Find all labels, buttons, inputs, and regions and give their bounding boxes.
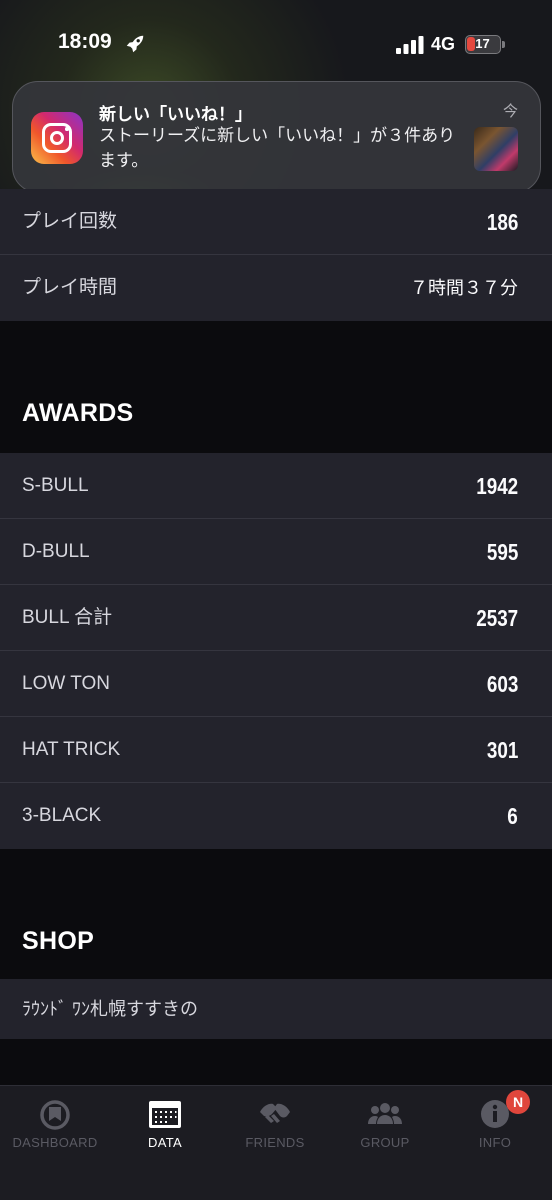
stat-value: ７時間３７分 [410,278,518,298]
award-row: BULL 合計 2537 [0,585,552,651]
tab-label: FRIENDS [245,1135,305,1150]
shop-row[interactable]: ﾗｳﾝﾄﾞ ﾜﾝ札幌すすきの [0,979,552,1039]
battery-cap [502,41,505,48]
tab-info[interactable]: INFO [440,1086,550,1166]
tab-data[interactable]: DATA [110,1086,220,1166]
notification-thumbnail [474,127,518,171]
award-label: S-BULL [22,475,89,496]
award-row: 3-BLACK 6 [0,783,552,849]
friends-icon [260,1103,290,1123]
tab-label: INFO [478,1135,512,1150]
stats-panel: プレイ回数 186 プレイ時間 ７時間３７分 [0,189,552,321]
instagram-icon-lens [50,131,64,145]
shop-name: ﾗｳﾝﾄﾞ ﾜﾝ札幌すすきの [22,999,198,1019]
award-label: D-BULL [22,541,90,562]
tab-friends[interactable]: FRIENDS [220,1086,330,1166]
award-value: 301 [486,737,518,763]
award-label: 3-BLACK [22,805,102,826]
notification-body: ストーリーズに新しい「いいね！」が３件あります。 [99,126,456,171]
award-label: LOW TON [22,673,110,694]
signal-icon [396,36,424,54]
award-value: 1942 [476,473,518,499]
tab-dashboard[interactable]: DASHBOARD [0,1086,110,1166]
award-row: HAT TRICK 301 [0,717,552,783]
awards-title: AWARDS [22,399,134,427]
award-value: 6 [507,803,518,829]
group-icon [368,1103,402,1124]
tab-group[interactable]: GROUP [330,1086,440,1166]
notification-banner[interactable]: 新しい「いいね！」 ストーリーズに新しい「いいね！」が３件あります。 今 [12,81,541,193]
award-value: 603 [486,671,518,697]
tab-label: GROUP [360,1135,410,1150]
stat-label: プレイ時間 [22,277,118,298]
status-bar: 18:09 4G 17 [0,0,552,84]
award-label: HAT TRICK [22,739,121,760]
award-label: BULL 合計 [22,607,113,628]
stat-label: プレイ回数 [22,211,118,232]
info-badge: N [506,1090,530,1114]
stat-row-play-time: プレイ時間 ７時間３７分 [0,255,552,321]
award-row: S-BULL 1942 [0,453,552,519]
award-value: 595 [486,539,518,565]
award-row: D-BULL 595 [0,519,552,585]
instagram-icon [31,112,83,164]
dashboard-icon [40,1100,70,1130]
awards-panel: S-BULL 1942 D-BULL 595 BULL 合計 2537 LOW … [0,453,552,849]
shop-title: SHOP [22,927,95,955]
stat-value: 186 [486,209,518,235]
calendar-icon [149,1101,181,1128]
stat-row-play-count: プレイ回数 186 [0,189,552,255]
tab-label: DASHBOARD [12,1135,98,1150]
rocket-icon [126,35,144,53]
battery-icon: 17 [465,35,501,54]
battery-level: 17 [475,36,490,51]
tab-label: DATA [148,1135,182,1150]
instagram-icon-dot [65,127,69,131]
status-time: 18:09 [58,30,112,53]
tab-bar: DASHBOARD DATA FRIENDS GROUP INFO [0,1085,552,1200]
award-value: 2537 [476,605,518,631]
notification-time: 今 [502,102,518,120]
network-type: 4G [431,34,456,54]
award-row: LOW TON 603 [0,651,552,717]
notification-title: 新しい「いいね！」 [99,105,252,125]
